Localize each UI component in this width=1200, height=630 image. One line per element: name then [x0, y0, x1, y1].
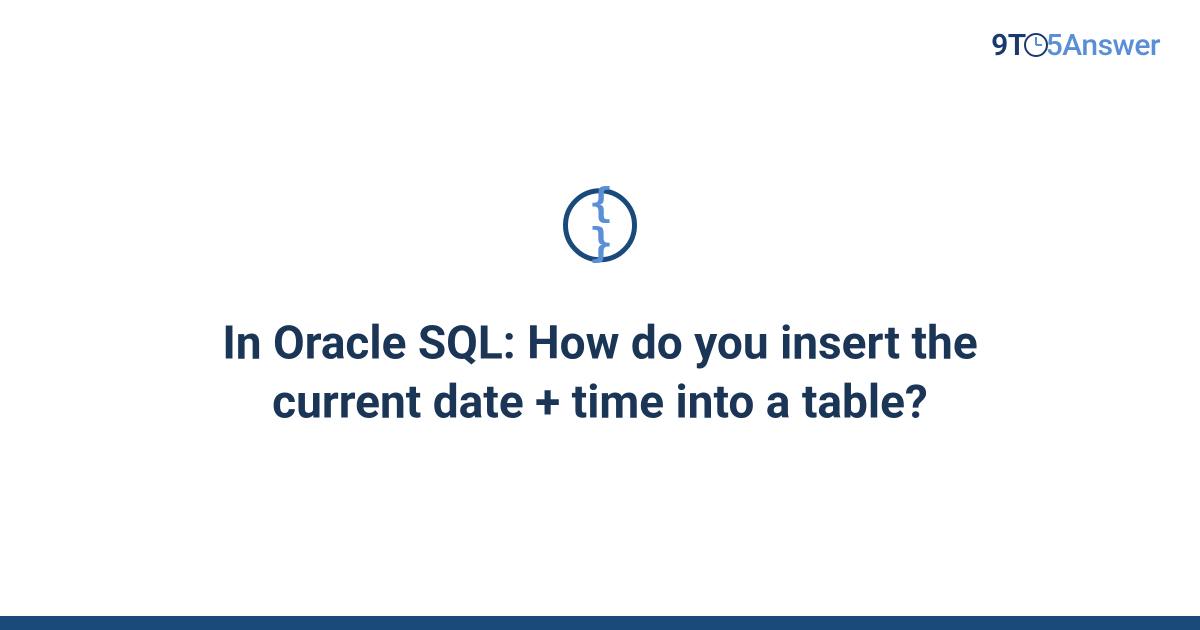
- category-badge: { }: [563, 188, 637, 262]
- question-title: In Oracle SQL: How do you insert the cur…: [120, 314, 1080, 432]
- clock-icon: [1024, 33, 1048, 57]
- brand-text-left: 9T: [991, 28, 1026, 63]
- site-logo: 9T 5Answer: [991, 28, 1160, 63]
- main-content: { } In Oracle SQL: How do you insert the…: [0, 188, 1200, 432]
- brand-text-right: 5Answer: [1046, 28, 1160, 63]
- code-braces-icon: { }: [568, 183, 632, 263]
- footer-bar: [0, 616, 1200, 630]
